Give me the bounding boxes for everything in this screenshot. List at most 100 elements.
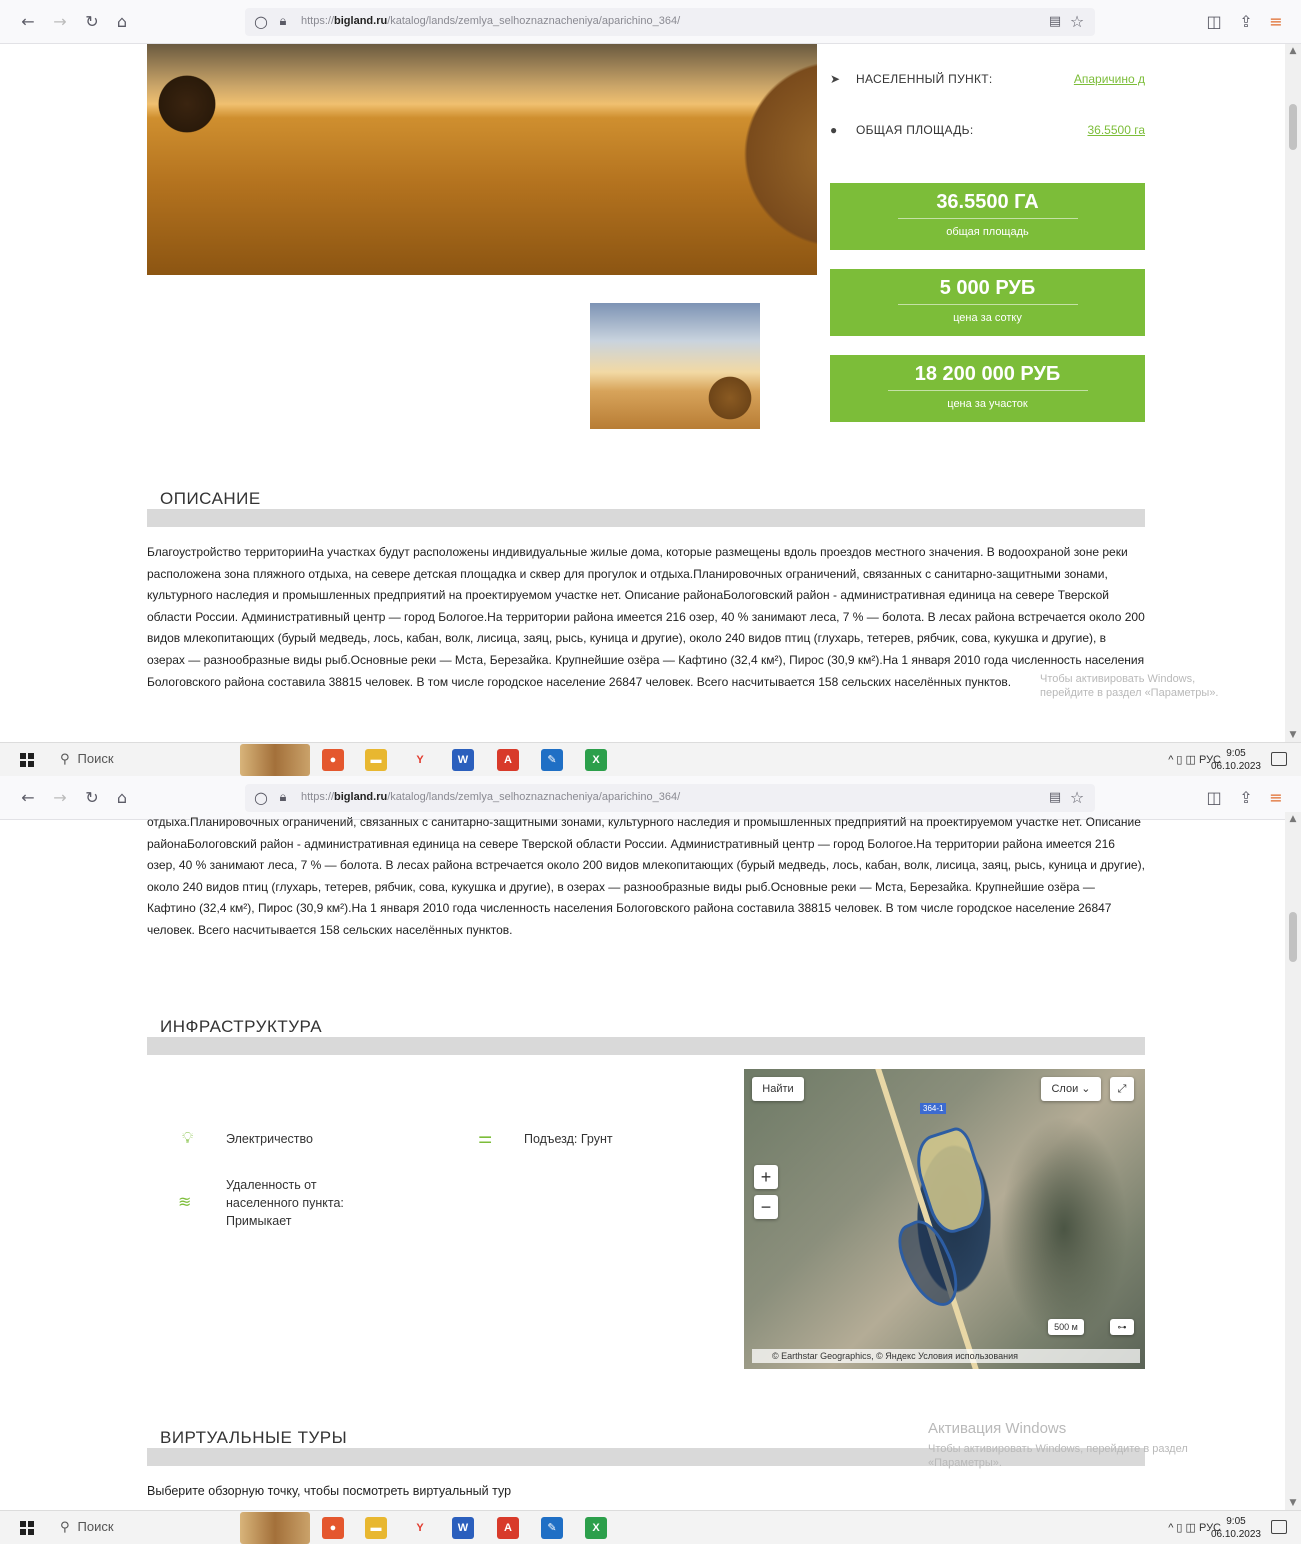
shield-icon[interactable]: ○ — [251, 788, 271, 808]
area-row: ● ОБЩАЯ ПЛОЩАДЬ: 36.5500 га — [830, 121, 1145, 141]
url-bar[interactable]: ○ 🔒︎ https://bigland.ru/katalog/lands/ze… — [245, 784, 1095, 812]
page-scrollbar[interactable]: ▲ ▼ — [1285, 44, 1301, 742]
lock-icon[interactable]: 🔒︎ — [273, 788, 293, 808]
taskbar-clock[interactable]: 9:05 06.10.2023 — [1211, 747, 1261, 773]
extensions-icon[interactable]: ⇪ — [1236, 788, 1256, 808]
area-link[interactable]: 36.5500 га — [1088, 123, 1146, 137]
menu-icon[interactable]: ≡ — [1266, 12, 1286, 32]
windows-start-icon[interactable] — [20, 1521, 34, 1535]
pdf-reader-icon[interactable]: A — [497, 1517, 519, 1539]
taskbar-clock[interactable]: 9:05 06.10.2023 — [1211, 1515, 1261, 1541]
search-icon: ⚲ — [60, 1519, 70, 1534]
reader-view-icon[interactable]: ▤ — [1045, 12, 1065, 32]
road-access-label: Подъезд: Грунт — [524, 1132, 613, 1146]
bookmark-star-icon[interactable]: ☆ — [1067, 12, 1087, 32]
section-divider — [147, 509, 1145, 527]
globe-icon: ● — [830, 123, 838, 137]
notification-icon[interactable] — [1271, 752, 1287, 766]
widgets-thumbnail[interactable] — [240, 744, 310, 776]
scroll-thumb[interactable] — [1289, 104, 1297, 150]
map-copyright[interactable]: © Earthstar Geographics, © Яндекс Услови… — [752, 1349, 1140, 1363]
pocket-icon[interactable]: ◫ — [1204, 788, 1224, 808]
windows-activation-watermark: Чтобы активировать Windows, перейдите в … — [928, 1443, 1188, 1469]
url-text: https://bigland.ru/katalog/lands/zemlya_… — [301, 15, 681, 27]
shield-icon[interactable]: ○ — [251, 12, 271, 32]
total-price-caption: цена за участок — [947, 398, 1028, 410]
chevron-down-icon: ⌄ — [1081, 1083, 1091, 1095]
firefox-icon[interactable]: ● — [322, 749, 344, 771]
reload-icon[interactable]: ↻ — [82, 788, 102, 808]
windows-taskbar: ⚲ Поиск ● ▬ Y W A ✎ X ^ ▯ ◫ РУС 9:05 06.10… — [0, 742, 1301, 776]
reader-view-icon[interactable]: ▤ — [1045, 788, 1065, 808]
firefox-icon[interactable]: ● — [322, 1517, 344, 1539]
bookmark-star-icon[interactable]: ☆ — [1067, 788, 1087, 808]
scroll-thumb[interactable] — [1289, 912, 1297, 962]
scroll-up-icon[interactable]: ▲ — [1285, 44, 1301, 58]
paint-icon[interactable]: ✎ — [541, 749, 563, 771]
taskbar-search[interactable]: ⚲ Поиск — [60, 1519, 114, 1535]
widgets-thumbnail[interactable] — [240, 1512, 310, 1544]
description-text: Благоустройство территорииНа участках бу… — [147, 545, 1145, 689]
map-find-button[interactable]: Найти — [752, 1077, 804, 1101]
windows-taskbar: ⚲ Поиск ● ▬ Y W A ✎ X ^ ▯ ◫ РУС 9:05 06.10… — [0, 1510, 1301, 1544]
fullscreen-icon[interactable]: ⤢ — [1110, 1077, 1134, 1101]
excel-icon[interactable]: X — [585, 749, 607, 771]
area-box-value: 36.5500 ГА — [897, 191, 1078, 219]
area-box-caption: общая площадь — [946, 226, 1029, 238]
locality-label: НАСЕЛЕННЫЙ ПУНКТ: — [856, 72, 993, 86]
word-icon[interactable]: W — [452, 749, 474, 771]
paint-icon[interactable]: ✎ — [541, 1517, 563, 1539]
taskbar-search[interactable]: ⚲ Поиск — [60, 751, 114, 767]
menu-icon[interactable]: ≡ — [1266, 788, 1286, 808]
scroll-down-icon[interactable]: ▼ — [1285, 728, 1301, 742]
locality-row: ➤ НАСЕЛЕННЫЙ ПУНКТ: Апаричино д — [830, 70, 1145, 90]
zoom-out-button[interactable]: − — [754, 1195, 778, 1219]
home-icon[interactable]: ⌂ — [112, 788, 132, 808]
photo-thumbnail[interactable] — [590, 303, 760, 429]
location-arrow-icon: ➤ — [830, 72, 841, 86]
windows-start-icon[interactable] — [20, 753, 34, 767]
url-text: https://bigland.ru/katalog/lands/zemlya_… — [301, 791, 681, 803]
arrow-left-icon[interactable]: ← — [18, 12, 38, 32]
area-box: 36.5500 ГА общая площадь — [830, 183, 1145, 250]
map-ruler-icon[interactable]: ⊶ — [1110, 1319, 1134, 1335]
infrastructure-title: ИНФРАСТРУКТУРА — [160, 1017, 323, 1036]
search-icon: ⚲ — [60, 751, 70, 766]
arrow-right-icon[interactable]: → — [50, 12, 70, 32]
scroll-up-icon[interactable]: ▲ — [1285, 812, 1301, 826]
file-explorer-icon[interactable]: ▬ — [365, 1517, 387, 1539]
arrow-left-icon[interactable]: ← — [18, 788, 38, 808]
total-price-value: 18 200 000 РУБ — [887, 363, 1088, 391]
lightbulb-icon: 💡︎ — [182, 1128, 194, 1147]
url-bar[interactable]: ○ 🔒︎ https://bigland.ru/katalog/lands/ze… — [245, 8, 1095, 36]
page-scrollbar[interactable]: ▲ ▼ — [1285, 812, 1301, 1510]
pocket-icon[interactable]: ◫ — [1204, 12, 1224, 32]
lock-icon[interactable]: 🔒︎ — [273, 12, 293, 32]
area-label: ОБЩАЯ ПЛОЩАДЬ: — [856, 123, 974, 137]
windows-activation-title: Активация Windows — [928, 1420, 1067, 1437]
satellite-map[interactable]: 364-1 Найти Слои ⌄ ⤢ + − 500 м ⊶ © Earth… — [744, 1069, 1145, 1369]
main-photo[interactable] — [147, 44, 817, 275]
yandex-icon[interactable]: Y — [409, 749, 431, 771]
map-layers-button[interactable]: Слои ⌄ — [1041, 1077, 1101, 1101]
section-divider — [147, 1037, 1145, 1055]
word-icon[interactable]: W — [452, 1517, 474, 1539]
scroll-down-icon[interactable]: ▼ — [1285, 1496, 1301, 1510]
locality-link[interactable]: Апаричино д — [1074, 72, 1145, 86]
notification-icon[interactable] — [1271, 1520, 1287, 1534]
road-icon: ⚌ — [478, 1128, 493, 1147]
file-explorer-icon[interactable]: ▬ — [365, 749, 387, 771]
home-icon[interactable]: ⌂ — [112, 12, 132, 32]
reload-icon[interactable]: ↻ — [82, 12, 102, 32]
extensions-icon[interactable]: ⇪ — [1236, 12, 1256, 32]
total-price-box: 18 200 000 РУБ цена за участок — [830, 355, 1145, 422]
excel-icon[interactable]: X — [585, 1517, 607, 1539]
browser-toolbar: ← → ↻ ⌂ ○ 🔒︎ https://bigland.ru/katalog/… — [0, 0, 1301, 44]
yandex-icon[interactable]: Y — [409, 1517, 431, 1539]
arrow-right-icon[interactable]: → — [50, 788, 70, 808]
map-plot-tag[interactable]: 364-1 — [920, 1103, 947, 1114]
pdf-reader-icon[interactable]: A — [497, 749, 519, 771]
windows-activation-watermark: Чтобы активировать Windows, перейдите в … — [1040, 673, 1219, 699]
browser-window-bottom: ← → ↻ ⌂ ○ 🔒︎ https://bigland.ru/katalog/… — [0, 776, 1301, 1544]
zoom-in-button[interactable]: + — [754, 1165, 778, 1189]
